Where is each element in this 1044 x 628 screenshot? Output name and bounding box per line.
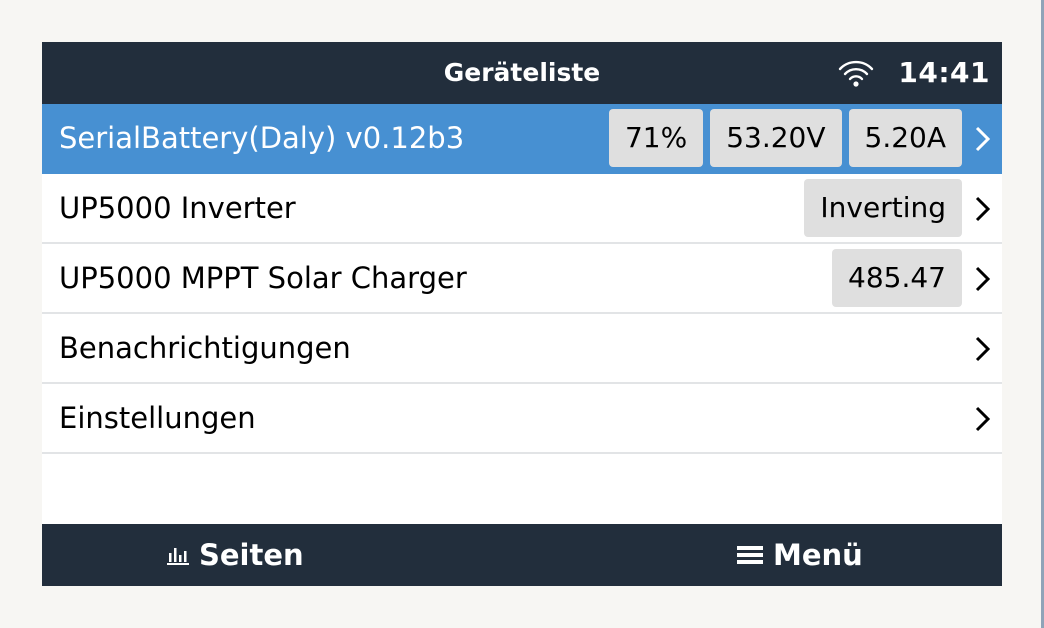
inverter-state-badge: Inverting <box>804 179 962 237</box>
chevron-right-icon <box>975 196 991 222</box>
title-bar: Geräteliste 14:41 <box>42 42 1002 104</box>
solar-value-badge: 485.47 <box>832 249 962 307</box>
hamburger-menu-icon <box>737 546 763 564</box>
list-item-notifications[interactable]: Benachrichtigungen <box>42 314 1002 384</box>
device-list: SerialBattery(Daly) v0.12b3 71% 53.20V 5… <box>42 104 1002 524</box>
wifi-icon <box>838 60 874 87</box>
menu-button-label: Menü <box>773 538 863 572</box>
pages-button-label: Seiten <box>199 538 304 572</box>
value-group: Inverting <box>804 179 962 237</box>
chevron-right-icon <box>975 336 991 362</box>
voltage-badge: 53.20V <box>710 109 842 167</box>
current-badge: 5.20A <box>848 109 962 167</box>
menu-button[interactable]: Menü <box>737 524 863 586</box>
value-group: 485.47 <box>832 249 962 307</box>
list-item-solar-charger[interactable]: UP5000 MPPT Solar Charger 485.47 <box>42 244 1002 314</box>
pages-button[interactable]: Seiten <box>167 524 304 586</box>
list-item-label: SerialBattery(Daly) v0.12b3 <box>59 121 465 155</box>
list-item-label: Einstellungen <box>59 401 256 435</box>
chevron-right-icon <box>975 126 991 152</box>
list-item-serial-battery[interactable]: SerialBattery(Daly) v0.12b3 71% 53.20V 5… <box>42 104 1002 174</box>
clock: 14:41 <box>898 56 990 89</box>
value-group: 71% 53.20V 5.20A <box>608 109 962 167</box>
list-item-label: UP5000 MPPT Solar Charger <box>59 261 467 295</box>
state-of-charge-badge: 71% <box>608 109 704 167</box>
chevron-right-icon <box>975 266 991 292</box>
list-item-settings[interactable]: Einstellungen <box>42 384 1002 454</box>
bar-chart-icon <box>167 548 189 565</box>
chevron-right-icon <box>975 406 991 432</box>
device-screen: Geräteliste 14:41 SerialBattery(Daly) v0… <box>42 42 1002 586</box>
bottom-bar: Seiten Menü <box>42 524 1002 586</box>
list-item-label: Benachrichtigungen <box>59 331 351 365</box>
list-empty-space <box>42 454 1002 524</box>
list-item-inverter[interactable]: UP5000 Inverter Inverting <box>42 174 1002 244</box>
list-item-label: UP5000 Inverter <box>59 191 296 225</box>
